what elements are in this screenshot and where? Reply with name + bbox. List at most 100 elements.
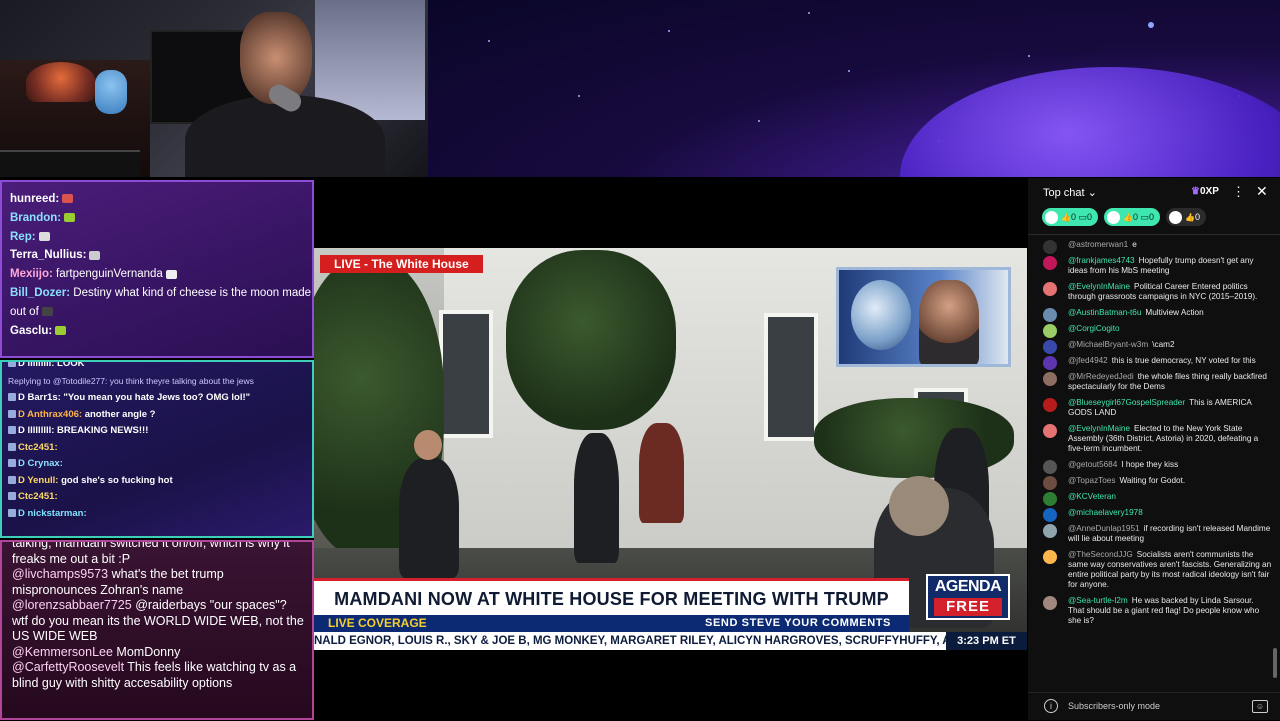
avatar (1169, 211, 1183, 225)
news-video-player[interactable]: LIVE - The White House MAMDANI NOW AT WH… (314, 248, 1027, 650)
chat-username[interactable]: D lllllllll: (18, 425, 54, 436)
chat-author[interactable]: @AustinBatman-t6u (1068, 308, 1141, 317)
avatar[interactable] (1043, 524, 1057, 538)
emoji-icon[interactable]: ☺ (1252, 700, 1268, 713)
more-options-icon[interactable]: ⋮ (1232, 184, 1245, 200)
chat-username[interactable]: D Crynax: (18, 458, 63, 469)
xp-counter[interactable]: ♛0XP (1191, 186, 1219, 197)
chat-username[interactable]: Rep: (10, 231, 36, 243)
overlay-chat-line: @lorenzsabbaer7725 @raiderbays "our spac… (2, 598, 312, 645)
avatar[interactable] (1043, 492, 1057, 506)
avatar[interactable] (1043, 340, 1057, 354)
chat-line: Ctc2451: (2, 440, 312, 457)
chat-line: D Yenull: god she's so fucking hot (2, 473, 312, 490)
chat-username[interactable]: Bill_Dozer: (10, 287, 70, 299)
avatar[interactable] (1043, 282, 1057, 296)
avatar[interactable] (1043, 308, 1057, 322)
chat-author[interactable]: @frankjames4743 (1068, 256, 1135, 265)
chat-author[interactable]: @jfed4942 (1068, 356, 1108, 365)
chat-author[interactable]: @MichaelBryant-w3m (1068, 340, 1148, 349)
chat-username[interactable]: Brandon: (10, 212, 61, 224)
user-badge-icon (8, 442, 16, 451)
chat-line: Gasclu: (2, 322, 312, 341)
chat-username[interactable]: D lllllllll: (18, 362, 54, 369)
chat-username[interactable]: Mexiijo: (10, 268, 53, 280)
chat-scrollbar[interactable] (1273, 648, 1277, 678)
emote-icon (89, 250, 101, 260)
chat-author[interactable]: @TopazToes (1068, 476, 1115, 485)
chat-author[interactable]: @MrRedeyedJedi (1068, 372, 1134, 381)
chat-author[interactable]: @EvelynInMaine (1068, 424, 1130, 433)
chat-text: LOOK (54, 360, 85, 369)
emote-icon (165, 269, 177, 279)
poll-pills: 👍0 ▭0 👍0 ▭0 👍0 (1042, 208, 1280, 228)
top-chat-dropdown[interactable]: Top chat ⌄ (1043, 186, 1097, 199)
reply-line: Replying to @Totodile277: you think they… (2, 373, 312, 391)
chat-line: Rep: (2, 228, 312, 247)
chat-username[interactable]: @CarfettyRoosevelt (12, 660, 124, 674)
chat-username[interactable]: @livchamps9573 (12, 567, 108, 581)
avatar[interactable] (1043, 372, 1057, 386)
poll-pill[interactable]: 👍0 ▭0 (1042, 208, 1099, 226)
chat-author[interactable]: @CorgiCogito (1068, 324, 1120, 333)
chat-username[interactable]: D nickstarman: (18, 508, 87, 519)
chat-message: @Sea-turtle-l2m He was backed by Linda Sa… (1042, 596, 1272, 626)
chat-author[interactable]: @astromerwan1 (1068, 240, 1128, 249)
avatar[interactable] (1043, 476, 1057, 490)
chat-message: @EvelynInMaine Political Career Entered p… (1042, 282, 1272, 302)
chat-author[interactable]: @getout5684 (1068, 460, 1117, 469)
chat-author[interactable]: @KCVeteran (1068, 492, 1116, 501)
tree (506, 250, 676, 430)
chat-author[interactable]: @Sea-turtle-l2m (1068, 596, 1128, 605)
thumbs-up-icon: 👍 (1123, 213, 1133, 222)
star (1028, 55, 1030, 57)
chat-message: @CorgiCogito (1042, 324, 1272, 338)
chat-username[interactable]: Gasclu: (10, 325, 52, 337)
chat-author[interactable]: @TheSecondJJG (1068, 550, 1133, 559)
avatar[interactable] (1043, 550, 1057, 564)
keyboard (0, 150, 140, 177)
chat-username[interactable]: Ctc2451: (18, 442, 58, 453)
avatar[interactable] (1043, 256, 1057, 270)
planet-glow (900, 67, 1280, 177)
avatar[interactable] (1043, 424, 1057, 438)
chat-author[interactable]: @AnneDunlap1951 (1068, 524, 1140, 533)
kick-chat-list: D lllllllll: LOOK Replying to @Totodile27… (2, 360, 312, 522)
chat-username[interactable]: Ctc2451: (18, 491, 58, 502)
chat-message: @TopazToes Waiting for Godot. (1042, 476, 1272, 490)
close-icon[interactable]: ✕ (1256, 183, 1268, 200)
chat-message: @MrRedeyedJedi the whole files thing real… (1042, 372, 1272, 392)
avatar[interactable] (1043, 240, 1057, 254)
avatar[interactable] (1043, 508, 1057, 522)
xp-value: 0XP (1199, 186, 1219, 197)
thumbs-up-icon: 👍 (1185, 213, 1195, 222)
user-badge-icon (8, 409, 16, 418)
chat-author[interactable]: @michaelavery1978 (1068, 508, 1143, 517)
avatar[interactable] (1043, 460, 1057, 474)
chat-message: @AustinBatman-t6u Multiview Action (1042, 308, 1272, 322)
emote-icon (62, 194, 74, 204)
reporter-head (414, 430, 442, 460)
chat-author[interactable]: @Blueseygirl67GospelSpreader (1068, 398, 1185, 407)
chat-username[interactable]: Terra_Nullius: (10, 249, 86, 261)
overlay-chat-line: @KemmersonLee MomDonny (2, 645, 312, 661)
chat-username[interactable]: hunreed: (10, 193, 59, 205)
ticker-clock: 3:23 PM ET (946, 632, 1027, 650)
chat-username[interactable]: D Anthrax406: (18, 409, 82, 420)
avatar[interactable] (1043, 596, 1057, 610)
youtube-overlay-list: talking, mamdani switched it on/off, whi… (2, 542, 312, 691)
chat-username[interactable]: @lorenzsabbaer7725 (12, 598, 132, 612)
info-icon[interactable]: i (1044, 699, 1058, 713)
chat-message: @astromerwan1 e (1042, 240, 1272, 254)
avatar[interactable] (1043, 398, 1057, 412)
comment-count: 0 (1087, 212, 1093, 222)
chat-author[interactable]: @EvelynInMaine (1068, 282, 1130, 291)
chat-username[interactable]: D Yenull: (18, 475, 58, 486)
chat-username[interactable]: D Barr1s: (18, 392, 61, 403)
poll-pill[interactable]: 👍0 ▭0 (1104, 208, 1161, 226)
poll-pill[interactable]: 👍0 (1166, 208, 1207, 226)
space-background-banner (428, 0, 1280, 177)
chat-username[interactable]: @KemmersonLee (12, 645, 113, 659)
avatar[interactable] (1043, 324, 1057, 338)
avatar[interactable] (1043, 356, 1057, 370)
